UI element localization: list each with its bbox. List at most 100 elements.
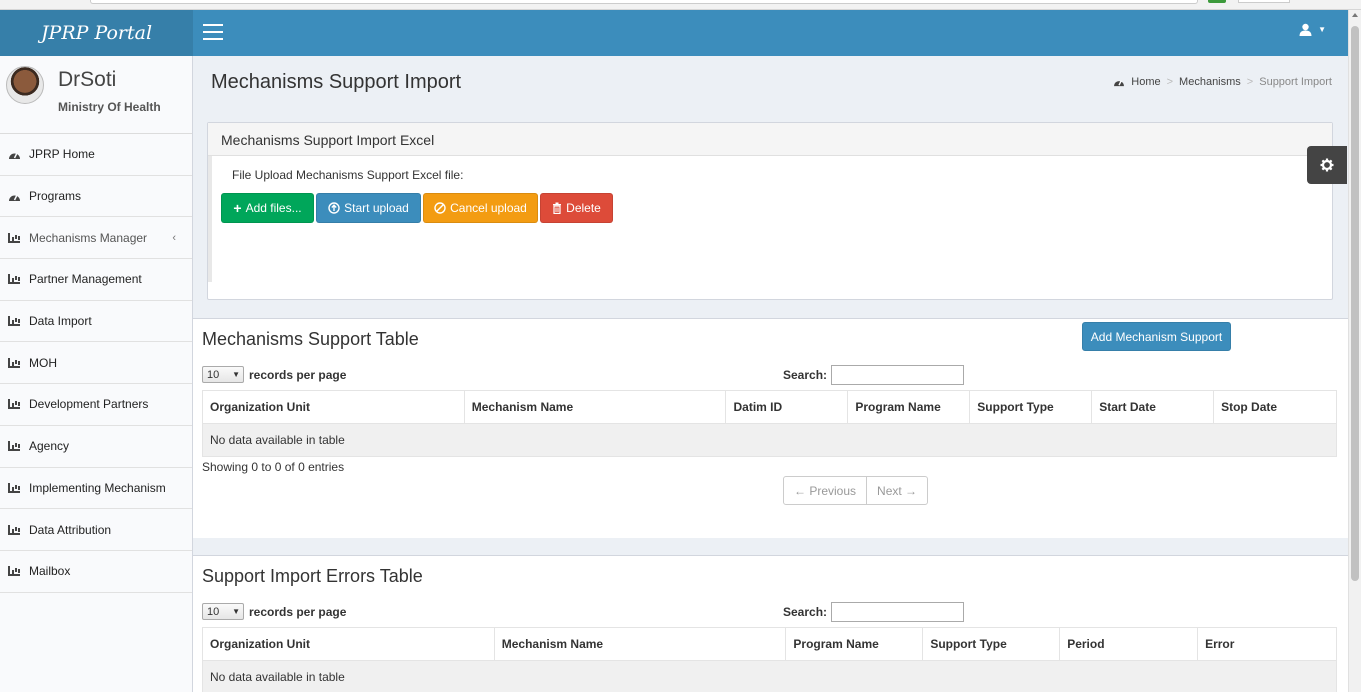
support-search: Search:: [783, 365, 965, 385]
user-organization: Ministry Of Health: [58, 100, 161, 114]
gear-icon: [1320, 158, 1334, 172]
user-menu[interactable]: ▼: [1299, 23, 1326, 36]
ban-icon: [434, 202, 446, 214]
table-row: No data available in table: [202, 423, 1337, 457]
support-table-title: Mechanisms Support Table: [202, 329, 419, 349]
sidebar-item-data-import[interactable]: Data Import: [0, 301, 192, 343]
sidebar-item-label: Mailbox: [29, 564, 71, 579]
sidebar-item-label: MOH: [29, 355, 57, 370]
sidebar-item-moh[interactable]: MOH: [0, 342, 192, 385]
upload-circle-icon: [328, 202, 340, 214]
sidebar-item-jprp-home[interactable]: JPRP Home: [0, 134, 192, 176]
cancel-upload-button[interactable]: Cancel upload: [423, 193, 538, 223]
column-header[interactable]: Error: [1197, 627, 1337, 661]
empty-table-message: No data available in table: [202, 660, 1337, 692]
search-label: Search:: [783, 605, 828, 619]
trash-icon: [553, 202, 562, 214]
column-header[interactable]: Mechanism Name: [463, 390, 727, 424]
sidebar-item-label: Partner Management: [29, 272, 142, 287]
sidebar-item-programs[interactable]: Programs: [0, 176, 192, 218]
chevron-left-icon: ‹: [172, 231, 176, 244]
sidebar-item-label: Data Attribution: [29, 522, 112, 537]
browser-toolbar-strip: [0, 0, 1361, 10]
scrollbar-thumb[interactable]: [1351, 26, 1359, 581]
page-scrollbar[interactable]: [1348, 10, 1361, 692]
bar-chart-icon: [8, 274, 20, 285]
sidebar-item-mailbox[interactable]: Mailbox: [0, 551, 192, 593]
address-bar[interactable]: [90, 0, 1198, 4]
table-info: Showing 0 to 0 of 0 entries: [202, 460, 345, 474]
sidebar: DrSoti Ministry Of Health JPRP Home Prog…: [0, 56, 193, 692]
column-header[interactable]: Program Name: [785, 627, 924, 661]
column-header[interactable]: Datim ID: [725, 390, 849, 424]
start-upload-label: Start upload: [344, 201, 409, 215]
column-header[interactable]: Mechanism Name: [493, 627, 787, 661]
errors-search: Search:: [783, 602, 965, 622]
sidebar-item-data-attribution[interactable]: Data Attribution: [0, 509, 192, 551]
search-input[interactable]: [831, 365, 965, 385]
column-header[interactable]: Start Date: [1091, 390, 1215, 424]
column-header[interactable]: Organization Unit: [202, 390, 465, 424]
browser-control[interactable]: [1238, 0, 1290, 3]
extension-icon[interactable]: [1208, 0, 1226, 3]
add-files-button[interactable]: + Add files...: [221, 193, 314, 223]
breadcrumb-mechanisms[interactable]: Mechanisms: [1179, 76, 1241, 88]
bar-chart-icon: [8, 441, 20, 452]
column-header[interactable]: Organization Unit: [202, 627, 495, 661]
previous-page-button[interactable]: ← Previous: [784, 477, 868, 504]
plus-icon: +: [233, 200, 242, 216]
search-input[interactable]: [831, 602, 965, 622]
search-label: Search:: [783, 368, 828, 382]
table-row: No data available in table: [202, 660, 1337, 692]
sidebar-item-partner-management[interactable]: Partner Management: [0, 259, 192, 301]
sidebar-item-development-partners[interactable]: Development Partners: [0, 384, 192, 426]
page-size-value: 10: [207, 605, 220, 618]
sidebar-item-implementing-mechanism[interactable]: Implementing Mechanism: [0, 468, 192, 510]
support-data-table: Organization Unit Mechanism Name Datim I…: [202, 390, 1337, 457]
page-size-select[interactable]: 10 ▼: [202, 603, 244, 620]
main-content: Mechanisms Support Import Home > Mechani…: [193, 56, 1348, 692]
breadcrumb-current: Support Import: [1259, 76, 1332, 88]
bar-chart-icon: [8, 524, 20, 535]
bar-chart-icon: [8, 482, 20, 493]
errors-table-section: Support Import Errors Table 10 ▼ records…: [193, 555, 1348, 692]
settings-gear-icon[interactable]: [1307, 146, 1347, 184]
column-header[interactable]: Period: [1059, 627, 1199, 661]
delete-label: Delete: [566, 201, 601, 215]
user-name: DrSoti: [58, 68, 117, 91]
box-left-accent: [208, 156, 212, 282]
add-mechanism-support-button[interactable]: Add Mechanism Support: [1082, 322, 1231, 351]
sidebar-item-label: Data Import: [29, 314, 92, 329]
sidebar-item-mechanisms-manager[interactable]: Mechanisms Manager ‹: [0, 217, 192, 260]
page-size-value: 10: [207, 368, 220, 381]
upload-box-title: Mechanisms Support Import Excel: [208, 123, 1332, 156]
scroll-up-icon[interactable]: [1352, 13, 1358, 17]
delete-button[interactable]: Delete: [540, 193, 613, 223]
sidebar-toggle-icon[interactable]: [203, 24, 223, 41]
column-header[interactable]: Stop Date: [1213, 390, 1337, 424]
user-icon: [1299, 23, 1312, 36]
dashboard-icon: [9, 194, 20, 201]
breadcrumb-home[interactable]: Home: [1131, 76, 1160, 88]
upload-label: File Upload Mechanisms Support Excel fil…: [232, 168, 464, 182]
dashboard-icon: [9, 152, 20, 159]
cancel-upload-label: Cancel upload: [450, 201, 527, 215]
select-arrow-icon: ▼: [232, 607, 240, 616]
brand-logo[interactable]: JPRP Portal: [0, 10, 193, 56]
caret-down-icon: ▼: [1318, 25, 1326, 34]
next-page-button[interactable]: Next →: [867, 477, 927, 504]
page-title: Mechanisms Support Import: [211, 71, 462, 93]
column-header[interactable]: Support Type: [969, 390, 1093, 424]
sidebar-item-label: Mechanisms Manager: [29, 230, 148, 245]
records-per-page: 10 ▼ records per page: [202, 366, 346, 383]
bar-chart-icon: [8, 316, 20, 327]
avatar: [6, 66, 44, 104]
upload-box: Mechanisms Support Import Excel File Upl…: [207, 122, 1333, 300]
column-header[interactable]: Program Name: [847, 390, 971, 424]
sidebar-item-agency[interactable]: Agency: [0, 426, 192, 468]
table-header-row: Organization Unit Mechanism Name Datim I…: [202, 390, 1337, 424]
page-size-select[interactable]: 10 ▼: [202, 366, 244, 383]
start-upload-button[interactable]: Start upload: [316, 193, 421, 223]
column-header[interactable]: Support Type: [922, 627, 1061, 661]
sidebar-item-label: JPRP Home: [29, 147, 95, 162]
